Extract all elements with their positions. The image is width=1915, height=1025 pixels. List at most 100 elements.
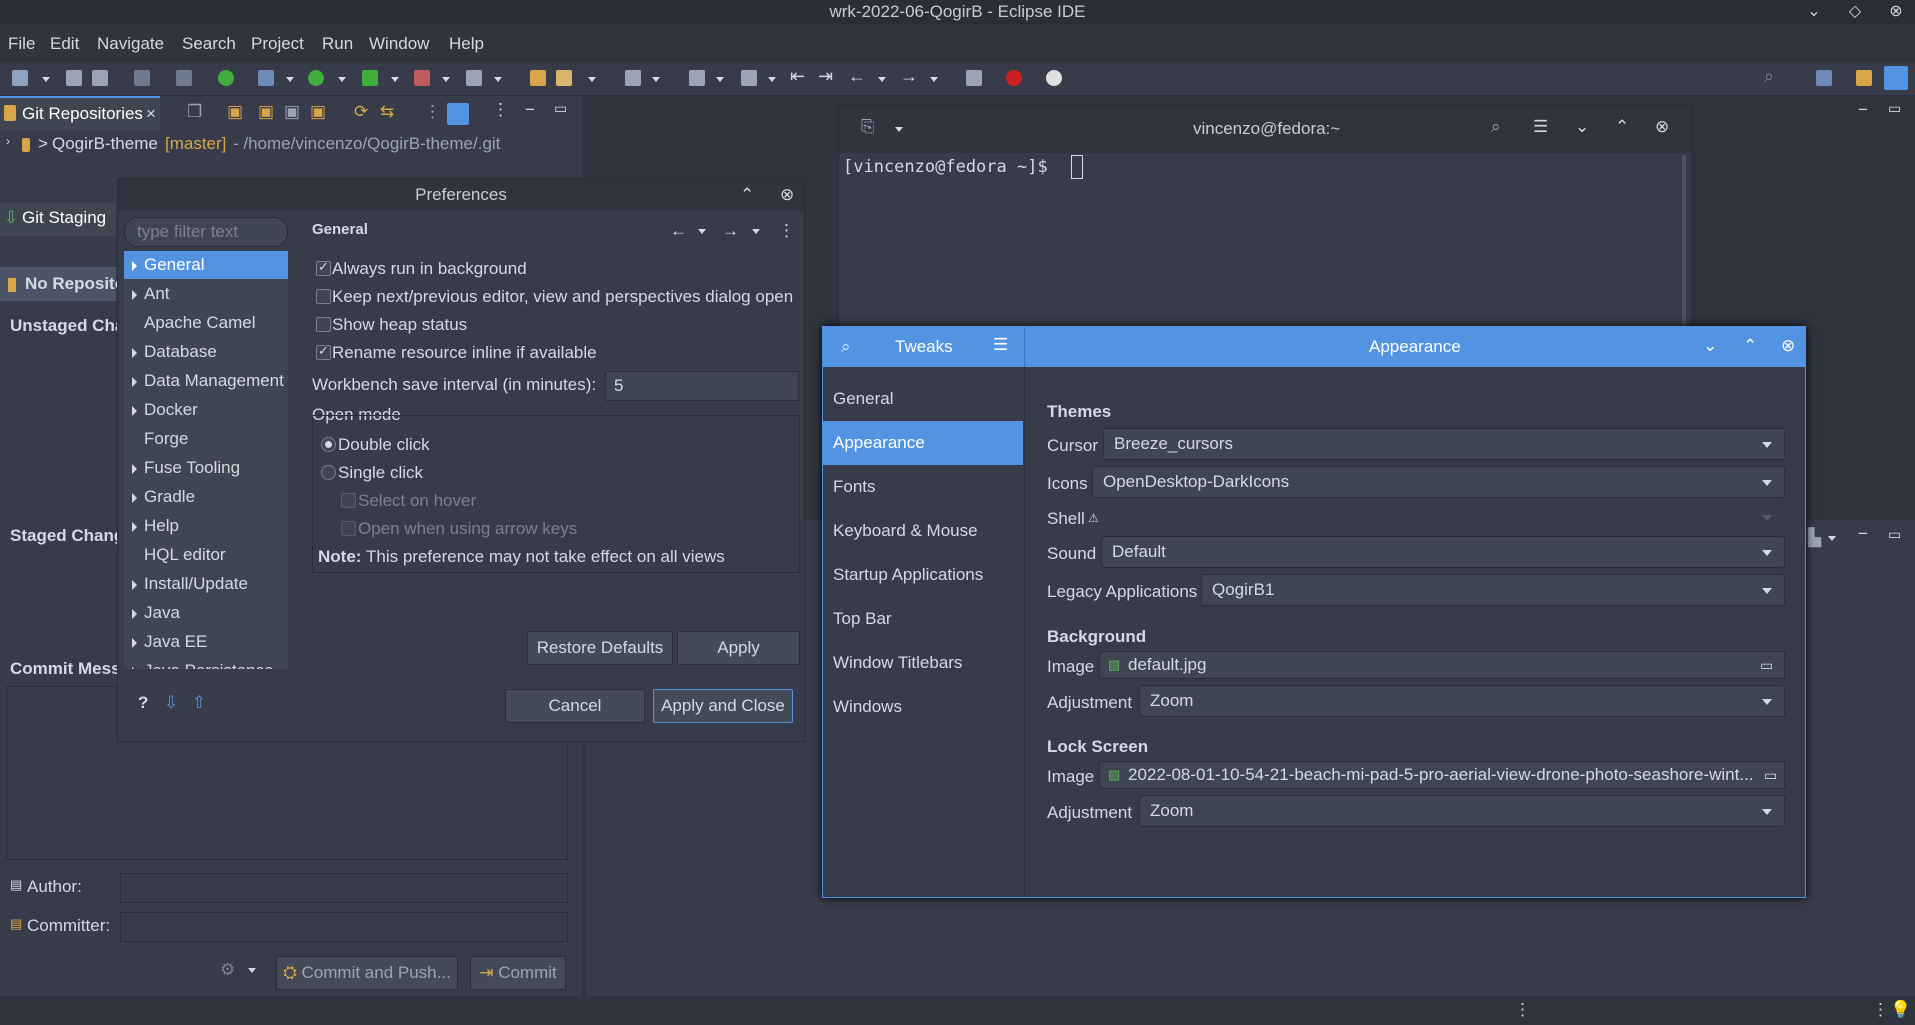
expand-icon[interactable] <box>132 580 137 590</box>
tree-item[interactable]: Java EE <box>124 628 288 656</box>
minimize-icon[interactable]: ⌄ <box>1575 117 1589 137</box>
always-background-checkbox[interactable] <box>316 259 331 276</box>
sound-select[interactable]: Default <box>1101 536 1785 568</box>
apply-and-close-button[interactable]: Apply and Close <box>653 689 793 723</box>
chevron-down-icon[interactable] <box>338 77 346 82</box>
chevron-down-icon[interactable] <box>716 77 724 82</box>
menu-help[interactable]: Help <box>449 34 484 54</box>
nav-general[interactable]: General <box>823 377 1023 421</box>
terminal-scrollbar[interactable] <box>1682 155 1686 333</box>
committer-input[interactable] <box>120 912 568 942</box>
tree-item[interactable]: Help <box>124 512 288 540</box>
single-click-radio[interactable] <box>321 465 336 480</box>
chevron-down-icon[interactable] <box>248 968 256 973</box>
menu-search[interactable]: Search <box>182 34 236 54</box>
tree-item[interactable]: Install/Update <box>124 570 288 598</box>
search-icon[interactable]: ⌕ <box>841 337 851 357</box>
add-repo-icon[interactable]: ▣ <box>227 102 243 122</box>
minimize-icon[interactable]: − <box>1858 100 1868 120</box>
forward-edit-icon[interactable]: ⇥ <box>818 66 833 87</box>
lock-image-chooser[interactable]: ▨ 2022-08-01-10-54-21-beach-mi-pad-5-pro… <box>1099 761 1785 789</box>
chevron-down-icon[interactable] <box>286 77 294 82</box>
cancel-button[interactable]: Cancel <box>505 689 645 723</box>
cursor-select[interactable]: Breeze_cursors <box>1103 428 1785 460</box>
external-tools-icon[interactable] <box>414 70 430 86</box>
prev-annotation-icon[interactable] <box>741 70 757 86</box>
bg-image-chooser[interactable]: ▨ default.jpg ▭ <box>1099 651 1785 679</box>
keep-dialog-checkbox[interactable] <box>316 289 331 304</box>
chevron-down-icon[interactable] <box>494 77 502 82</box>
tip-icon[interactable]: 💡 <box>1890 1000 1911 1020</box>
nav-top-bar[interactable]: Top Bar <box>823 597 1023 641</box>
expand-icon[interactable] <box>132 290 137 300</box>
link-icon[interactable]: ⇆ <box>380 102 394 122</box>
skip-breakpoints-icon[interactable] <box>218 70 234 86</box>
import-icon[interactable]: ▣ <box>310 102 326 122</box>
view-icon[interactable]: ▙ <box>1808 528 1821 548</box>
restore-defaults-button[interactable]: Restore Defaults <box>527 631 673 665</box>
gear-icon[interactable]: ⚙ <box>220 960 235 980</box>
tree-item[interactable]: Java <box>124 599 288 627</box>
maximize-icon[interactable]: ▭ <box>1888 526 1901 543</box>
rename-inline-checkbox[interactable] <box>316 343 331 360</box>
nav-startup-apps[interactable]: Startup Applications <box>823 553 1023 597</box>
forward-icon[interactable]: → <box>900 66 918 87</box>
hamburger-icon[interactable]: ☰ <box>993 335 1008 355</box>
chevron-down-icon[interactable] <box>652 77 660 82</box>
chevron-down-icon[interactable] <box>752 229 760 234</box>
double-click-radio[interactable] <box>321 437 336 452</box>
expand-icon[interactable]: › <box>6 134 10 148</box>
maximize-icon[interactable]: ▭ <box>1888 100 1901 117</box>
refresh-icon[interactable]: ⟳ <box>354 102 368 122</box>
legacy-select[interactable]: QogirB1 <box>1201 574 1785 606</box>
new-tab-icon[interactable]: ⎘ <box>861 117 875 137</box>
expand-icon[interactable] <box>132 348 137 358</box>
back-icon[interactable]: ← <box>670 221 687 241</box>
tree-item[interactable]: Docker <box>124 396 288 424</box>
forward-icon[interactable]: → <box>722 221 739 241</box>
link-editor-icon[interactable] <box>447 103 469 125</box>
run-icon[interactable] <box>308 70 324 86</box>
debug-icon[interactable] <box>258 70 274 86</box>
nav-window-titlebars[interactable]: Window Titlebars <box>823 641 1023 685</box>
terminal-icon[interactable] <box>966 70 982 86</box>
maximize-icon[interactable]: ⌃ <box>740 179 754 211</box>
coverage-icon[interactable] <box>362 70 378 86</box>
close-icon[interactable]: ⊗ <box>1886 0 1906 24</box>
lock-adjustment-select[interactable]: Zoom <box>1139 795 1785 827</box>
commit-button[interactable]: ⇥ Commit <box>470 956 566 990</box>
chevron-down-icon[interactable] <box>698 229 706 234</box>
tree-item[interactable]: Fuse Tooling <box>124 454 288 482</box>
tree-item[interactable]: HQL editor <box>124 541 288 569</box>
layout-icon[interactable]: ⋮ <box>424 102 441 122</box>
maximize-icon[interactable]: ◇ <box>1845 0 1865 24</box>
filter-input[interactable]: type filter text <box>124 217 288 247</box>
tab-git-repositories[interactable]: Git Repositories × <box>0 96 160 130</box>
last-edit-icon[interactable]: ⇤ <box>790 66 805 87</box>
nav-keyboard-mouse[interactable]: Keyboard & Mouse <box>823 509 1023 553</box>
chevron-down-icon[interactable] <box>391 77 399 82</box>
save-all-icon[interactable] <box>92 70 108 86</box>
maximize-icon[interactable]: ⌃ <box>1743 336 1757 356</box>
redhat-icon[interactable] <box>1006 70 1022 86</box>
chevron-down-icon[interactable] <box>930 77 938 82</box>
minimize-icon[interactable]: ⌄ <box>1804 0 1824 24</box>
export-icon[interactable]: ⇧ <box>192 693 206 713</box>
minimize-icon[interactable]: − <box>525 100 535 120</box>
search-icon[interactable]: ⌕ <box>1491 117 1501 137</box>
toggle-mark-icon[interactable] <box>625 70 641 86</box>
chevron-down-icon[interactable] <box>588 77 596 82</box>
tree-item[interactable]: Gradle <box>124 483 288 511</box>
commit-and-push-button[interactable]: ⛭ Commit and Push... <box>276 956 458 990</box>
search-tool-icon[interactable] <box>556 70 572 86</box>
tree-item[interactable]: General <box>124 251 288 279</box>
build-icon[interactable] <box>466 70 482 86</box>
select-hover-checkbox[interactable] <box>341 493 356 508</box>
expand-icon[interactable] <box>132 667 137 669</box>
java-perspective-icon[interactable] <box>1856 70 1872 86</box>
new-icon[interactable] <box>12 70 28 86</box>
expand-icon[interactable] <box>132 522 137 532</box>
expand-icon[interactable] <box>132 464 137 474</box>
nav-windows[interactable]: Windows <box>823 685 1023 729</box>
clone-icon[interactable]: ▣ <box>258 102 274 122</box>
